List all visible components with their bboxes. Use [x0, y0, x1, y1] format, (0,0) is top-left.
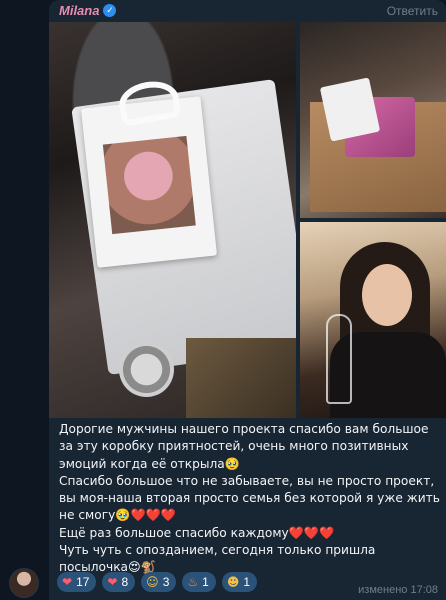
can-shape — [119, 342, 174, 397]
reactions-bar: ❤ 17 ❤ 8 ☺ 3 ♨ 1 ☻ 1 — [57, 572, 258, 592]
message-paragraph: Дорогие мужчины нашего проекта спасибо в… — [59, 422, 429, 471]
message-header: Milana ✓ Ответить — [49, 0, 446, 22]
sweets-tray-shape — [319, 77, 381, 142]
photo-woman-with-glass[interactable] — [300, 222, 446, 418]
reaction-grinning-sweat[interactable]: ☻ 1 — [221, 572, 258, 592]
message-time: 17:08 — [410, 584, 438, 596]
message-meta: изменено 17:08 — [358, 584, 438, 596]
face-shape — [362, 264, 412, 326]
photo-gift-bag[interactable] — [49, 22, 296, 418]
message-text: Дорогие мужчины нашего проекта спасибо в… — [59, 421, 441, 577]
reaction-smiling-hearts[interactable]: ☺ 3 — [141, 572, 177, 592]
edited-label: изменено — [358, 584, 408, 596]
verified-icon: ✓ — [103, 4, 117, 17]
reaction-count: 3 — [162, 575, 170, 589]
photo-gift-box[interactable] — [300, 22, 446, 218]
author-name[interactable]: Milana ✓ — [59, 3, 117, 18]
red-heart-icon: ❤ — [107, 575, 118, 589]
heart-on-fire-icon: ❤ — [62, 575, 73, 589]
postcard-picture — [102, 135, 196, 235]
reply-button[interactable]: Ответить — [387, 4, 438, 18]
message-paragraph: Ещё раз большое спасибо каждому❤️❤️❤️ — [59, 525, 335, 540]
car-seat-shape — [186, 338, 296, 418]
grinning-face-with-sweat-icon: ☻ — [226, 575, 240, 589]
sender-avatar[interactable] — [9, 568, 39, 598]
reaction-count: 8 — [121, 575, 129, 589]
fire-icon: ♨ — [187, 575, 199, 589]
reaction-heart-on-fire[interactable]: ❤ 17 — [57, 572, 97, 592]
reaction-red-heart[interactable]: ❤ 8 — [102, 572, 136, 592]
reaction-count: 17 — [76, 575, 90, 589]
smiling-face-with-hearts-icon: ☺ — [146, 575, 159, 589]
message-bubble: Milana ✓ Ответить Дорогие мужчины нашего… — [49, 0, 446, 600]
wine-glass-shape — [326, 314, 352, 404]
reaction-count: 1 — [243, 575, 251, 589]
reaction-fire[interactable]: ♨ 1 — [182, 572, 216, 592]
author-label[interactable]: Milana — [59, 3, 99, 18]
photo-album — [49, 22, 446, 418]
reaction-count: 1 — [202, 575, 209, 589]
message-paragraph: Спасибо большое что не забываете, вы не … — [59, 473, 440, 523]
